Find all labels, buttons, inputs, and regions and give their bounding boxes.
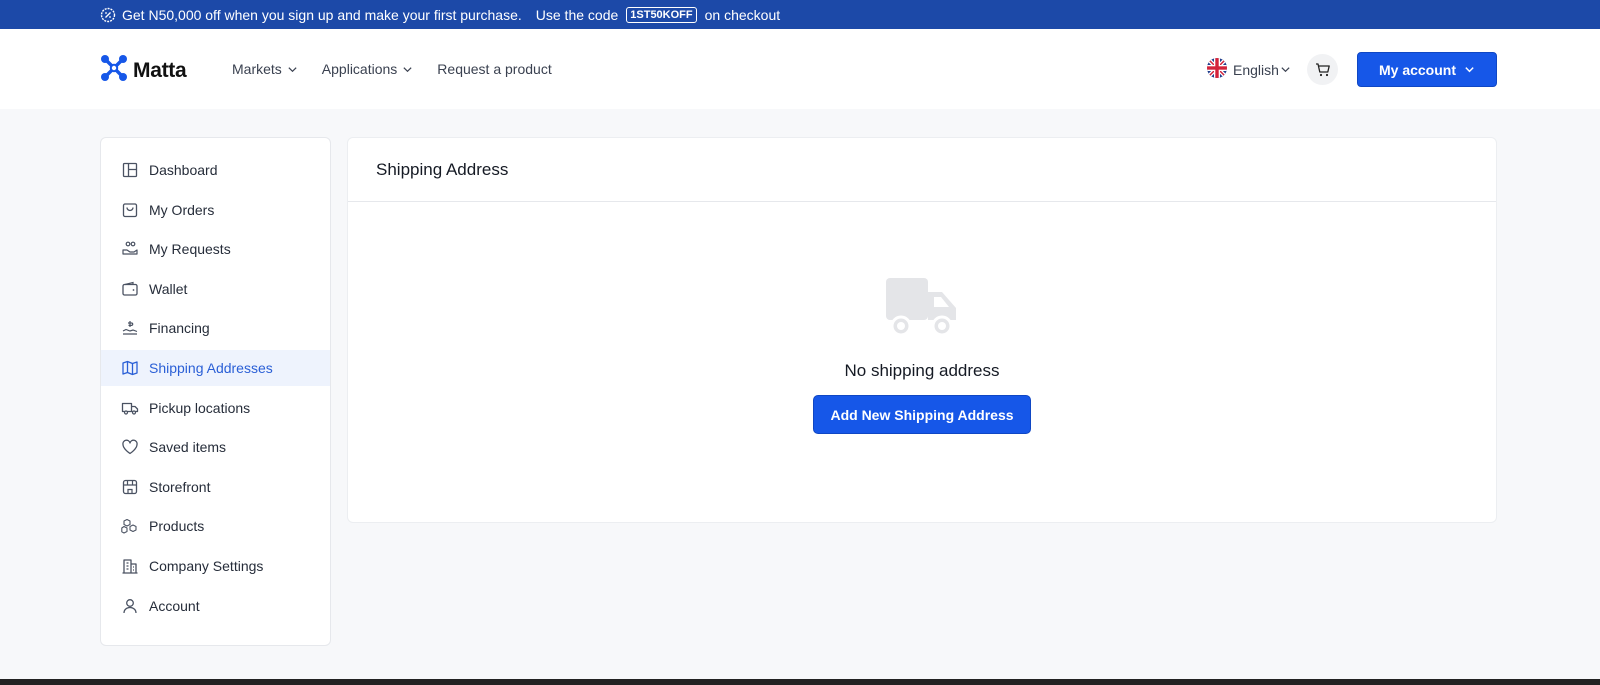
sidebar-item-financing[interactable]: Financing	[101, 310, 330, 346]
logo-text: Matta	[133, 58, 187, 82]
sidebar-item-label: Dashboard	[149, 162, 218, 178]
cart-icon	[1315, 62, 1330, 76]
sidebar-item-label: Products	[149, 518, 205, 535]
building-icon	[122, 559, 138, 574]
user-icon	[123, 598, 137, 613]
sidebar-item-label: Wallet	[149, 280, 188, 297]
add-shipping-address-button[interactable]: Add New Shipping Address	[813, 395, 1031, 434]
dashboard-icon	[122, 162, 138, 178]
nav-request-product-label: Request a product	[437, 61, 552, 77]
my-account-label: My account	[1378, 61, 1456, 78]
sidebar-item-label: Storefront	[149, 478, 211, 495]
nav-applications[interactable]: Applications	[322, 61, 414, 77]
delivery-truck-icon	[886, 278, 956, 336]
empty-state: No shipping address Add New Shipping Add…	[348, 278, 1496, 434]
promo-use-code-text: Use the code	[535, 6, 619, 23]
nav-request-product[interactable]: Request a product	[437, 61, 551, 77]
promo-banner: Get N50,000 off when you sign up and mak…	[0, 0, 1600, 29]
sidebar-item-label: Saved items	[149, 439, 227, 456]
top-header: Matta Markets Applications Request a pro…	[0, 29, 1600, 109]
sidebar-item-label: Company Settings	[149, 557, 264, 574]
heart-icon	[122, 439, 138, 455]
wallet-icon	[122, 281, 138, 296]
shipping-address-panel: Shipping Address No shipping address Add…	[347, 137, 1497, 523]
sidebar-item-company-settings[interactable]: Company Settings	[101, 548, 330, 584]
boxes-icon	[121, 519, 137, 534]
financing-icon	[122, 321, 138, 335]
nav-markets[interactable]: Markets	[232, 61, 298, 77]
sidebar-item-label: My Orders	[149, 201, 215, 218]
main-nav: Markets Applications Request a product	[232, 61, 552, 77]
promo-text-after: on checkout	[704, 6, 781, 23]
sidebar-item-label: Pickup locations	[149, 399, 251, 416]
cart-button[interactable]	[1307, 54, 1338, 85]
sidebar-item-storefront[interactable]: Storefront	[101, 469, 330, 505]
logo-mark-icon	[99, 53, 129, 88]
language-label: English	[1233, 61, 1279, 78]
chevron-down-icon	[1281, 67, 1290, 73]
footer-edge	[0, 679, 1600, 685]
discount-badge-icon	[100, 7, 116, 23]
sidebar-item-label: Shipping Addresses	[149, 359, 273, 376]
sidebar-item-label: Account	[149, 597, 200, 614]
storefront-icon	[122, 479, 138, 494]
sidebar-item-dashboard[interactable]: Dashboard	[101, 152, 330, 188]
sidebar-item-my-orders[interactable]: My Orders	[101, 192, 330, 228]
account-sidebar: Dashboard My Orders My Requests Wallet F…	[100, 137, 331, 646]
language-selector[interactable]: English	[1207, 58, 1291, 81]
truck-icon	[121, 402, 139, 415]
nav-markets-label: Markets	[232, 61, 282, 77]
map-icon	[122, 360, 138, 376]
sidebar-item-account[interactable]: Account	[101, 588, 330, 624]
sidebar-item-label: Financing	[149, 320, 210, 337]
sidebar-item-saved-items[interactable]: Saved items	[101, 429, 330, 465]
page-title: Shipping Address	[376, 159, 509, 179]
sidebar-item-my-requests[interactable]: My Requests	[101, 231, 330, 267]
sidebar-item-shipping-addresses[interactable]: Shipping Addresses	[101, 349, 330, 386]
uk-flag-icon	[1207, 58, 1227, 81]
panel-header: Shipping Address	[348, 138, 1496, 202]
promo-text: Get N50,000 off when you sign up and mak…	[122, 6, 522, 23]
chevron-down-icon	[403, 66, 412, 72]
sidebar-item-pickup-locations[interactable]: Pickup locations	[101, 390, 330, 426]
chevron-down-icon	[288, 66, 297, 72]
my-account-button[interactable]: My account	[1357, 52, 1497, 87]
nav-applications-label: Applications	[321, 61, 398, 77]
empty-state-text: No shipping address	[844, 361, 1000, 380]
sidebar-item-label: My Requests	[149, 241, 231, 258]
sidebar-item-products[interactable]: Products	[101, 508, 330, 544]
requests-icon	[122, 241, 138, 255]
logo[interactable]: Matta	[99, 53, 187, 88]
sidebar-item-wallet[interactable]: Wallet	[101, 271, 330, 307]
shopping-bag-icon	[122, 202, 138, 217]
chevron-down-icon	[1465, 67, 1474, 73]
promo-code: 1ST50KOFF	[626, 6, 697, 23]
